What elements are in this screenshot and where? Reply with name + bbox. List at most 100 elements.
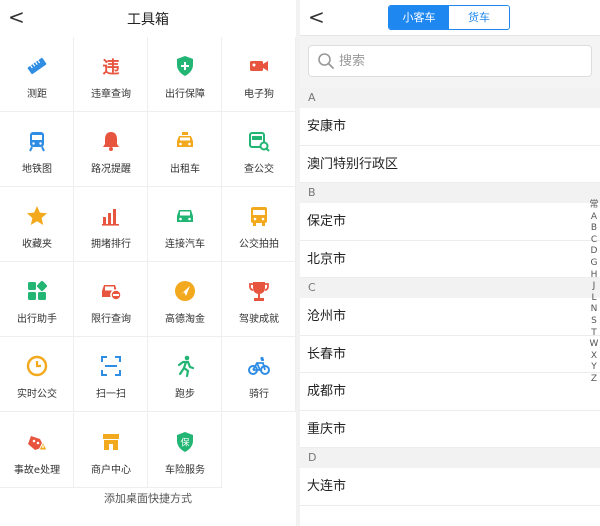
section-header-b: B: [300, 183, 600, 203]
index-letter[interactable]: N: [588, 304, 600, 316]
tool-item[interactable]: 收藏夹: [0, 187, 74, 262]
city-item[interactable]: 澳门特别行政区: [300, 146, 600, 183]
tool-item[interactable]: 高德淘金: [148, 262, 222, 337]
toolbox-header: < 工具箱: [0, 0, 296, 36]
tool-label: 扫一扫: [96, 389, 126, 400]
back-icon[interactable]: <: [308, 5, 325, 29]
tool-item[interactable]: 地铁图: [0, 112, 74, 187]
tool-item[interactable]: 跑步: [148, 337, 222, 412]
tool-item[interactable]: 路况提醒: [74, 112, 148, 187]
index-letter[interactable]: T: [588, 328, 600, 340]
tool-label: 连接汽车: [165, 239, 205, 250]
clock-icon: [26, 355, 48, 377]
tool-item[interactable]: 驾驶成就: [222, 262, 296, 337]
index-letter[interactable]: A: [588, 212, 600, 224]
tool-item[interactable]: 出行保障: [148, 37, 222, 112]
page-title: 工具箱: [127, 12, 169, 28]
tool-item[interactable]: 骑行: [222, 337, 296, 412]
subway-icon: [29, 132, 45, 152]
bar-chart-icon: [102, 209, 119, 226]
tool-item[interactable]: 公交拍拍: [222, 187, 296, 262]
tool-label: 出租车: [170, 164, 200, 175]
city-item[interactable]: 重庆市: [300, 411, 600, 448]
index-letter[interactable]: Z: [588, 374, 600, 386]
tool-label: 实时公交: [17, 389, 57, 400]
index-letter[interactable]: S: [588, 316, 600, 328]
city-item[interactable]: 安康市: [300, 108, 600, 146]
tool-label: 查公交: [244, 164, 274, 175]
alphabet-index: 常ABCDGHJLNSTWXYZ: [588, 200, 600, 386]
tool-label: 拥堵排行: [91, 239, 131, 250]
tool-label: 收藏夹: [22, 239, 52, 250]
index-letter[interactable]: J: [588, 281, 600, 293]
tool-item[interactable]: 出行助手: [0, 262, 74, 337]
tool-item[interactable]: 实时公交: [0, 337, 74, 412]
toolbox-panel: < 工具箱 测距违违章查询 出行保障 电子狗 地铁图 路况提醒 出租车 查公交 收藏夹 拥堵排行…: [0, 0, 296, 526]
tool-label: 地铁图: [22, 164, 52, 175]
tool-item[interactable]: 拥堵排行: [74, 187, 148, 262]
tool-item[interactable]: 限行查询: [74, 262, 148, 337]
tool-label: 商户中心: [91, 465, 131, 476]
search-bar: [300, 36, 600, 88]
index-letter[interactable]: H: [588, 270, 600, 282]
insurance-icon: 保: [177, 432, 193, 452]
bell-icon: [103, 132, 119, 151]
svg-text:违: 违: [103, 57, 120, 78]
tool-item[interactable]: 保车险服务: [148, 413, 222, 488]
shield-plus-icon: [177, 56, 193, 76]
search-box: [308, 45, 592, 77]
accident-icon: [28, 436, 48, 451]
tool-item[interactable]: 出租车: [148, 112, 222, 187]
tool-item[interactable]: 查公交: [222, 112, 296, 187]
tool-label: 出行保障: [165, 89, 205, 100]
tool-label: 骑行: [249, 389, 269, 400]
star-icon: [27, 206, 47, 225]
search-icon: [318, 53, 334, 69]
index-letter[interactable]: W: [588, 339, 600, 351]
tool-label: 公交拍拍: [239, 239, 279, 250]
tool-item[interactable]: 扫一扫: [74, 337, 148, 412]
index-letter[interactable]: D: [588, 246, 600, 258]
tool-label: 违章查询: [91, 89, 131, 100]
bus-search-icon: [249, 132, 270, 152]
tool-item[interactable]: 违违章查询: [74, 37, 148, 112]
tab-truck[interactable]: 货车: [449, 6, 509, 29]
index-letter[interactable]: X: [588, 351, 600, 363]
city-item[interactable]: 北京市: [300, 241, 600, 278]
tab-passenger-car[interactable]: 小客车: [389, 6, 449, 29]
trophy-icon: [249, 282, 269, 301]
violation-icon: 违: [103, 57, 120, 78]
index-letter[interactable]: L: [588, 293, 600, 305]
compass-icon: [175, 281, 195, 301]
tool-label: 高德淘金: [165, 314, 205, 325]
index-letter[interactable]: B: [588, 223, 600, 235]
add-shortcut-link[interactable]: 添加桌面快捷方式: [0, 490, 296, 506]
tool-item[interactable]: 测距: [0, 37, 74, 112]
city-item[interactable]: 沧州市: [300, 298, 600, 336]
index-letter[interactable]: C: [588, 235, 600, 247]
apps-icon: [28, 280, 48, 300]
tool-label: 出行助手: [17, 314, 57, 325]
index-letter[interactable]: G: [588, 258, 600, 270]
city-picker-panel: < 小客车 货车 A安康市澳门特别行政区B保定市北京市C沧州市长春市成都市重庆市…: [300, 0, 600, 526]
section-header-c: C: [300, 278, 600, 298]
taxi-icon: [177, 132, 193, 147]
city-item[interactable]: 长春市: [300, 336, 600, 373]
tool-item[interactable]: 事故e处理: [0, 413, 74, 488]
scan-icon: [101, 356, 121, 376]
city-picker-header: < 小客车 货车: [300, 0, 600, 36]
tool-item[interactable]: 电子狗: [222, 37, 296, 112]
search-input[interactable]: [339, 50, 579, 72]
index-letter[interactable]: 常: [588, 200, 600, 212]
tool-label: 车险服务: [165, 465, 205, 476]
tool-item[interactable]: 连接汽车: [148, 187, 222, 262]
ruler-icon: [27, 57, 47, 75]
index-letter[interactable]: Y: [588, 362, 600, 374]
camera-icon: [250, 61, 268, 71]
city-item[interactable]: 成都市: [300, 373, 600, 411]
city-item[interactable]: 大连市: [300, 468, 600, 506]
bicycle-icon: [248, 356, 270, 375]
section-header-d: D: [300, 448, 600, 468]
city-item[interactable]: 保定市: [300, 203, 600, 241]
tool-item[interactable]: 商户中心: [74, 413, 148, 488]
